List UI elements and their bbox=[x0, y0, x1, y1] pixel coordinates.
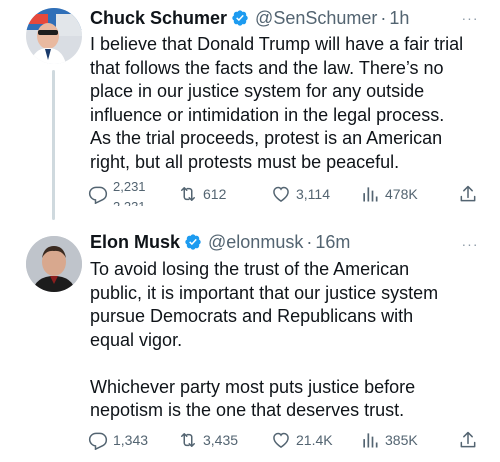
author-name[interactable]: Chuck Schumer bbox=[90, 8, 227, 29]
reply-icon bbox=[88, 432, 108, 450]
separator-dot: · bbox=[380, 7, 387, 28]
like-count: 21.4K bbox=[296, 432, 333, 448]
share-icon bbox=[460, 431, 476, 448]
views-icon bbox=[363, 187, 378, 202]
retweet-button[interactable]: 3,435 bbox=[178, 428, 238, 452]
more-icon[interactable]: ··· bbox=[460, 11, 480, 25]
reply-button[interactable]: 2,231 2,231 bbox=[88, 182, 153, 206]
avatar[interactable] bbox=[26, 236, 82, 292]
like-button[interactable]: 3,114 bbox=[271, 182, 330, 206]
reply-count-current: 2,231 bbox=[113, 182, 146, 194]
views-count: 478K bbox=[385, 186, 418, 202]
tweet-musk[interactable]: Elon Musk @elonmusk · 16m ··· To avoid l… bbox=[0, 220, 500, 462]
reply-count: 1,343 bbox=[113, 432, 149, 448]
action-bar: 1,343 3,435 21.4K 385K bbox=[88, 428, 480, 452]
like-icon bbox=[273, 186, 289, 202]
like-button[interactable]: 21.4K bbox=[271, 428, 333, 452]
timestamp[interactable]: 1h bbox=[389, 8, 409, 29]
share-button[interactable] bbox=[458, 182, 483, 206]
avatar-image bbox=[26, 236, 82, 292]
reply-count-next: 2,231 bbox=[113, 199, 146, 206]
views-button[interactable]: 478K bbox=[360, 182, 418, 206]
like-icon bbox=[273, 432, 289, 448]
tweet-header: Elon Musk @elonmusk · 16m bbox=[90, 230, 350, 254]
tweet-text: I believe that Donald Trump will have a … bbox=[90, 34, 464, 172]
tweet-schumer[interactable]: Chuck Schumer @SenSchumer · 1h ··· I bel… bbox=[0, 0, 500, 220]
share-icon bbox=[460, 185, 476, 202]
retweet-count: 3,435 bbox=[203, 432, 239, 448]
avatar[interactable] bbox=[26, 8, 82, 64]
tweet-header: Chuck Schumer @SenSchumer · 1h bbox=[90, 6, 409, 30]
views-count: 385K bbox=[385, 432, 418, 448]
tweet-text: To avoid losing the trust of the America… bbox=[90, 259, 439, 420]
like-count: 3,114 bbox=[296, 186, 330, 202]
verified-badge-icon bbox=[232, 10, 248, 26]
avatar-image bbox=[26, 8, 82, 64]
views-button[interactable]: 385K bbox=[360, 428, 418, 452]
views-icon bbox=[363, 433, 378, 448]
author-handle[interactable]: @elonmusk bbox=[208, 232, 303, 253]
more-icon[interactable]: ··· bbox=[460, 237, 480, 251]
retweet-icon bbox=[181, 187, 195, 201]
reply-button[interactable]: 1,343 bbox=[88, 428, 148, 452]
author-name[interactable]: Elon Musk bbox=[90, 232, 180, 253]
separator-dot: · bbox=[306, 231, 313, 252]
retweet-count: 612 bbox=[203, 186, 227, 202]
action-bar: 2,231 2,231 612 3,114 478K bbox=[88, 182, 480, 206]
thread-connector bbox=[52, 70, 55, 220]
timestamp[interactable]: 16m bbox=[315, 232, 350, 253]
reply-icon bbox=[88, 186, 108, 204]
verified-badge-icon bbox=[185, 234, 201, 250]
retweet-button[interactable]: 612 bbox=[178, 182, 226, 206]
retweet-icon bbox=[181, 433, 195, 447]
reply-count: 2,231 2,231 bbox=[113, 182, 153, 206]
share-button[interactable] bbox=[458, 428, 483, 452]
author-handle[interactable]: @SenSchumer bbox=[255, 8, 377, 29]
